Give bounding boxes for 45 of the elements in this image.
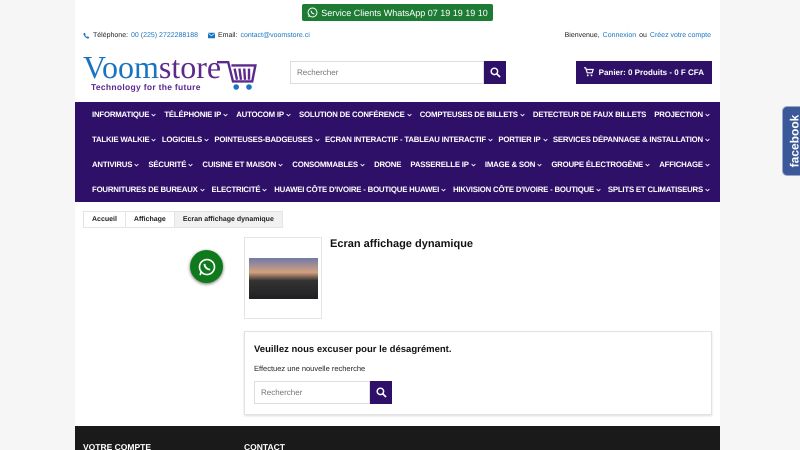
chevron-down-icon bbox=[537, 162, 542, 166]
search-field[interactable]: Rechercher bbox=[254, 381, 370, 404]
chevron-down-icon bbox=[470, 162, 476, 166]
footer-heading: CONTACT bbox=[244, 442, 286, 450]
whatsapp-service-button[interactable]: Service Clients WhatsApp 07 19 19 19 10 bbox=[302, 4, 493, 21]
chevron-down-icon bbox=[704, 138, 710, 142]
logo-tagline: Technology for the future bbox=[91, 82, 202, 92]
chevron-down-icon bbox=[488, 138, 493, 142]
search-button[interactable] bbox=[484, 60, 506, 84]
chevron-down-icon bbox=[704, 112, 710, 116]
photo-placeholder bbox=[248, 258, 318, 298]
search-icon bbox=[376, 387, 386, 398]
apology-heading: Veuillez nous excuser pour le désagrément. bbox=[254, 344, 452, 355]
chevron-down-icon bbox=[704, 162, 710, 166]
phone-icon bbox=[83, 32, 90, 39]
cart-button[interactable]: Panier: 0 Produits - 0 F CFA bbox=[576, 60, 712, 84]
chevron-down-icon bbox=[645, 162, 650, 166]
chevron-down-icon bbox=[360, 162, 365, 166]
search-icon bbox=[490, 66, 500, 78]
chevron-down-icon bbox=[134, 162, 140, 166]
chevron-down-icon bbox=[314, 138, 320, 142]
search-button[interactable] bbox=[370, 381, 392, 404]
chevron-down-icon bbox=[542, 138, 548, 142]
chevron-down-icon bbox=[286, 112, 291, 116]
envelope-icon bbox=[208, 32, 215, 39]
whatsapp-icon bbox=[196, 256, 216, 276]
chevron-down-icon bbox=[200, 188, 205, 192]
chevron-down-icon bbox=[441, 188, 446, 192]
chevron-down-icon bbox=[223, 112, 228, 116]
chevron-down-icon bbox=[204, 138, 210, 142]
chevron-down-icon bbox=[151, 138, 156, 142]
cart-icon bbox=[584, 67, 594, 77]
chevron-down-icon bbox=[262, 188, 268, 192]
chevron-down-icon bbox=[151, 112, 156, 116]
chevron-down-icon bbox=[188, 162, 194, 166]
chevron-down-icon bbox=[278, 162, 284, 166]
whatsapp-icon bbox=[307, 7, 318, 18]
chevron-down-icon bbox=[520, 112, 525, 116]
chevron-down-icon bbox=[596, 188, 602, 192]
search-field[interactable]: Rechercher bbox=[290, 60, 484, 84]
chevron-down-icon bbox=[704, 188, 710, 192]
category-title: Ecran affichage dynamique bbox=[330, 237, 474, 250]
facebook-tab[interactable]: facebook bbox=[782, 106, 800, 176]
chevron-down-icon bbox=[406, 112, 412, 116]
footer-heading: VOTRE COMPTE bbox=[83, 442, 152, 450]
